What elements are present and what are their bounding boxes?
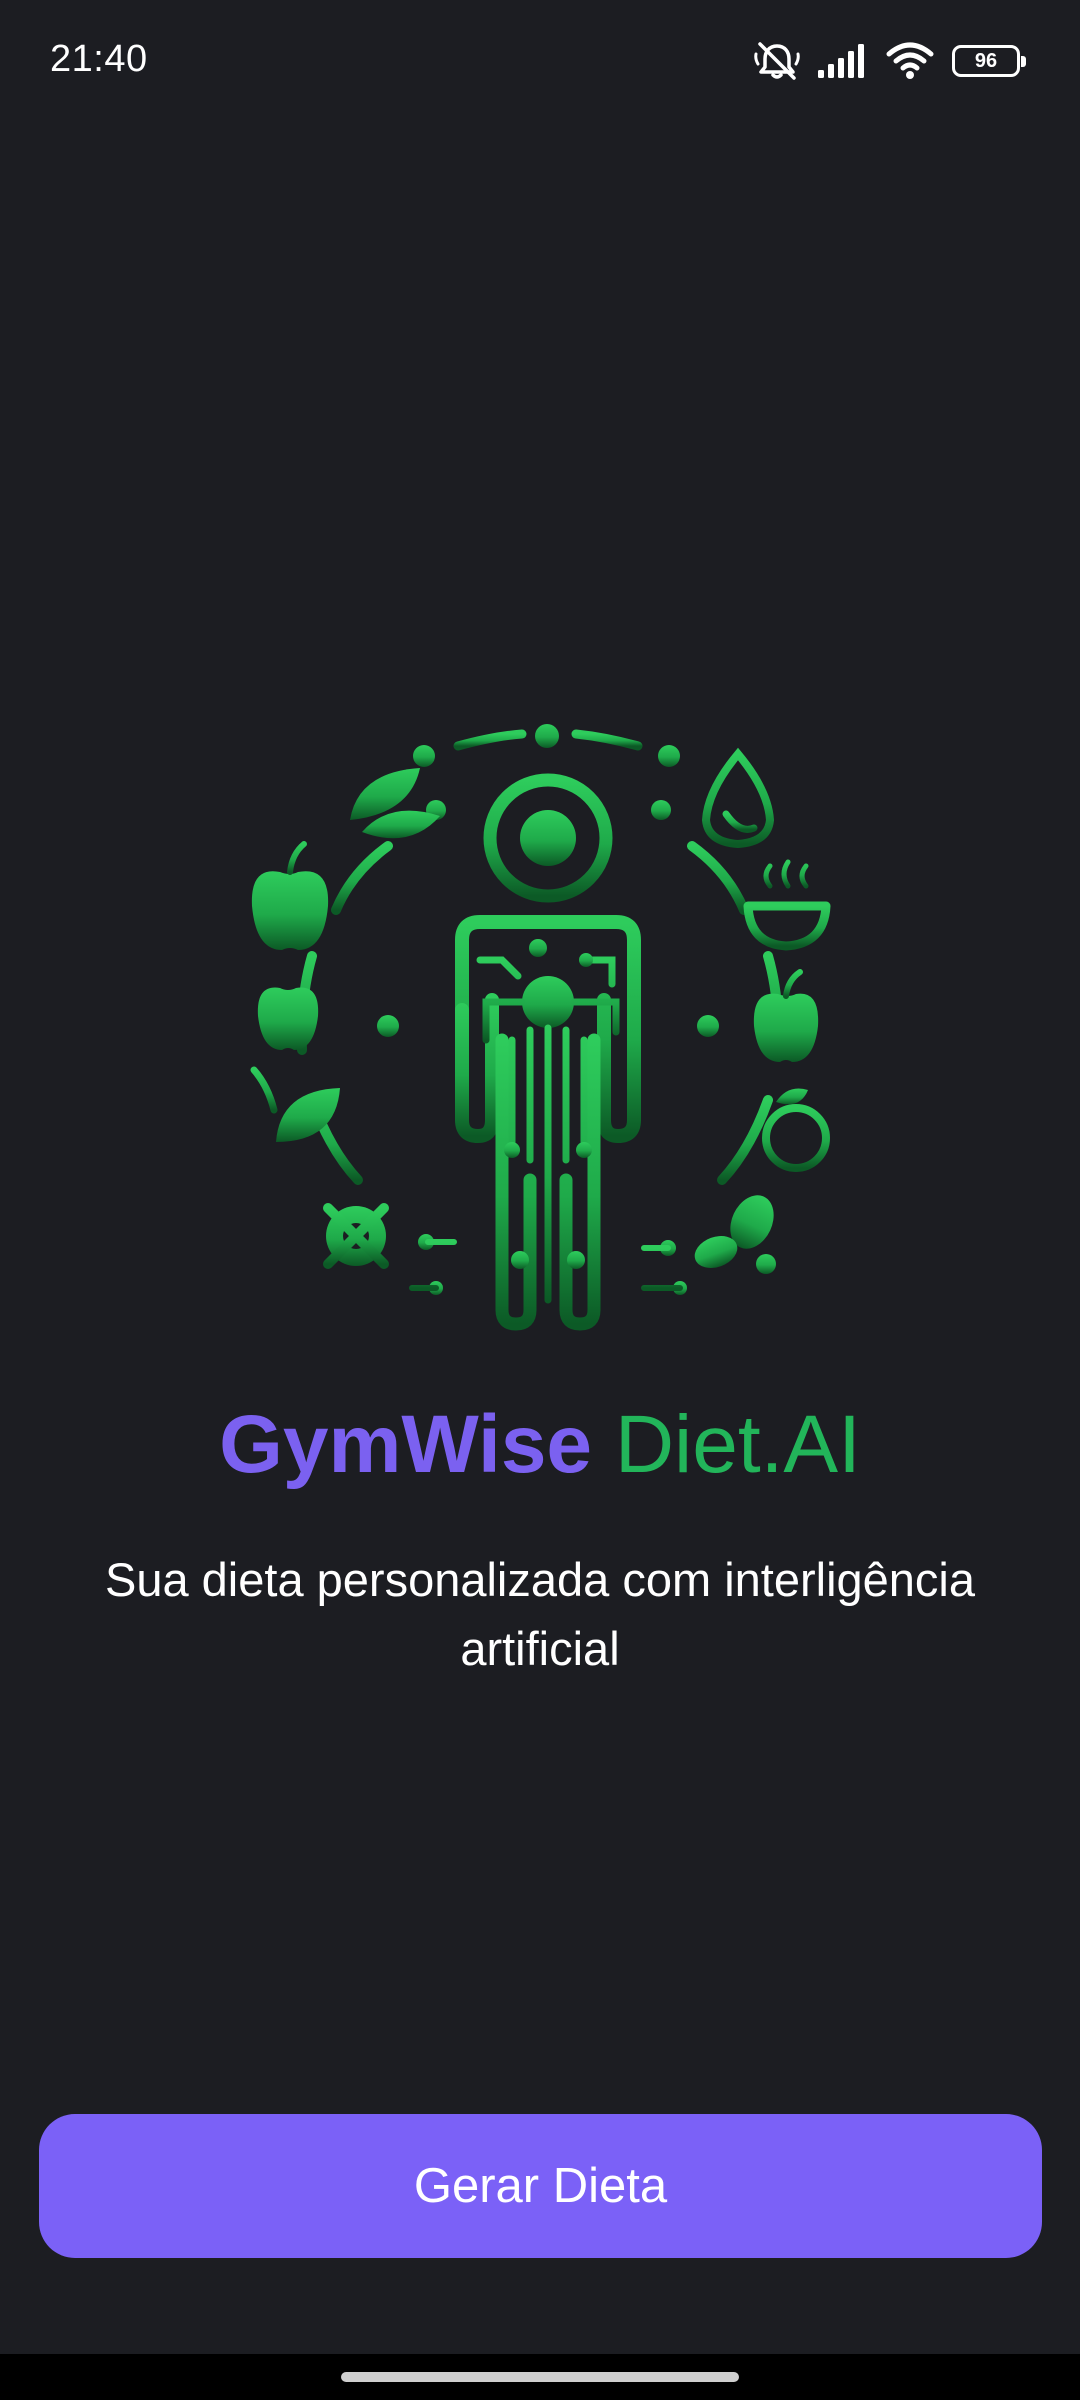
app-title-suffix: Diet.AI [614, 1399, 861, 1490]
wifi-icon [886, 42, 934, 80]
mute-icon [754, 40, 800, 82]
battery-level: 96 [974, 50, 998, 72]
navigation-bar [0, 2354, 1080, 2400]
status-icons: 96 [754, 36, 1026, 86]
app-subtitle: Sua dieta personalizada com interligênci… [104, 1553, 976, 1675]
home-indicator[interactable] [341, 2372, 739, 2382]
status-bar: 21:40 96 [0, 0, 1080, 120]
app-title: GymWise Diet.AI [0, 1399, 1080, 1490]
status-time: 21:40 [50, 38, 148, 80]
generate-diet-button[interactable]: Gerar Dieta [39, 2114, 1042, 2258]
app-title-brand: GymWise [219, 1399, 593, 1490]
human-nutrition-ai-illustration [240, 710, 840, 1350]
signal-icon [818, 44, 868, 78]
battery-icon: 96 [952, 45, 1026, 77]
